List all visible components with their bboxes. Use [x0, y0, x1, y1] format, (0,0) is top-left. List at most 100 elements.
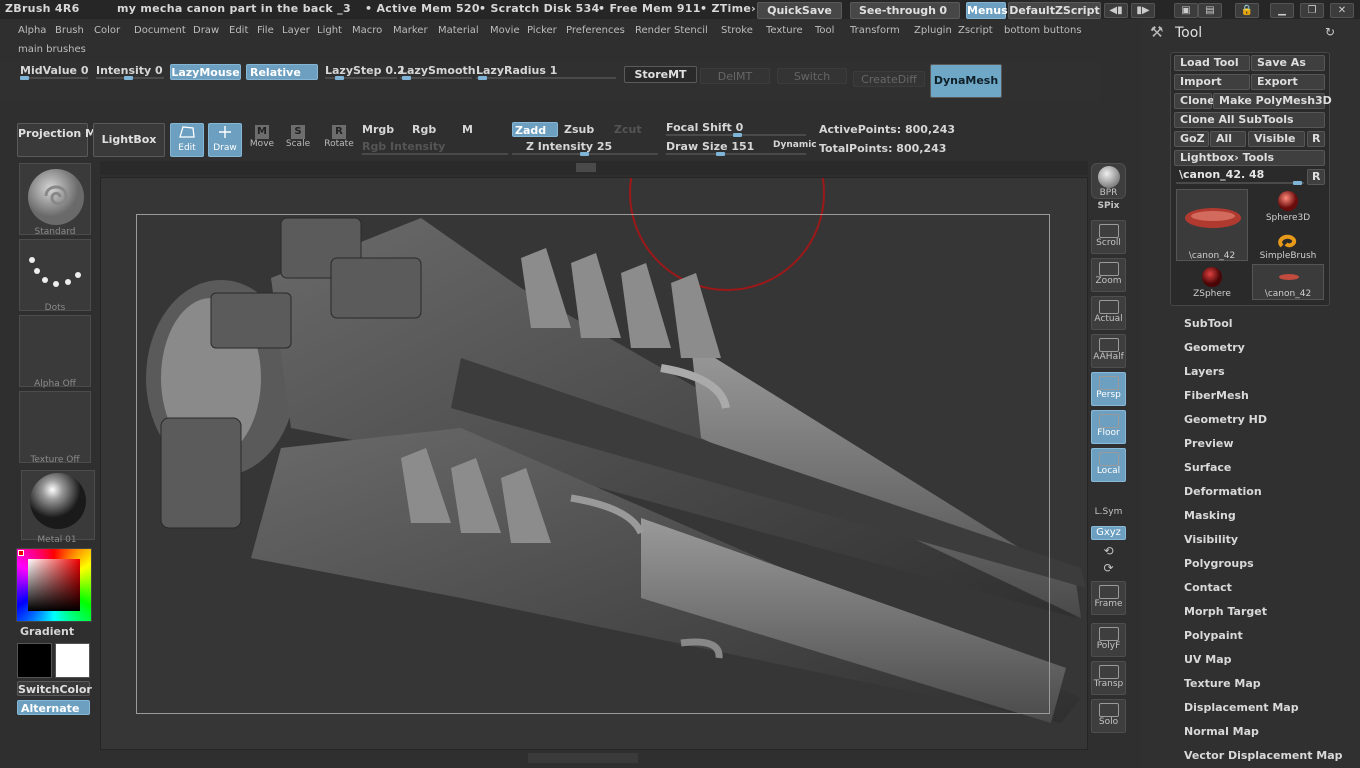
focal-shift-slider[interactable]: Focal Shift 0 — [666, 121, 743, 134]
dynamesh-button[interactable]: DynaMesh — [930, 64, 1002, 98]
tool-thumb-zsphere[interactable] — [1176, 264, 1248, 290]
subpalette-polygroups[interactable]: Polygroups — [1184, 557, 1254, 570]
subpalette-contact[interactable]: Contact — [1184, 581, 1232, 594]
aahalf-button[interactable]: AAHalf — [1091, 334, 1126, 368]
menus-button[interactable]: Menus — [966, 2, 1008, 19]
dynamic-toggle[interactable]: Dynamic — [773, 140, 817, 150]
menu-transform[interactable]: Transform — [850, 25, 900, 36]
lazymouse-toggle[interactable]: LazyMouse — [170, 64, 241, 80]
subpalette-uv-map[interactable]: UV Map — [1184, 653, 1232, 666]
lock-icon[interactable]: 🔒 — [1235, 3, 1259, 18]
subpalette-displacement-map[interactable]: Displacement Map — [1184, 701, 1299, 714]
save-as-button[interactable]: Save As — [1251, 55, 1325, 71]
export-button[interactable]: Export — [1251, 74, 1325, 90]
storemt-button[interactable]: StoreMT — [624, 66, 697, 83]
see-through-slider[interactable]: See-through 0 — [850, 2, 960, 19]
menu-texture[interactable]: Texture — [766, 25, 803, 36]
brush-thumbnail[interactable] — [19, 163, 91, 235]
menu-stencil[interactable]: Stencil — [674, 25, 708, 36]
menu-main-brushes[interactable]: main brushes — [18, 44, 86, 55]
clone-button[interactable]: Clone — [1174, 93, 1215, 109]
lazysmooth-slider[interactable]: LazySmooth — [400, 64, 476, 77]
menu-zscript[interactable]: Zscript — [958, 25, 993, 36]
projection-master-button[interactable]: Projection Master — [17, 123, 128, 157]
menu-picker[interactable]: Picker — [527, 25, 557, 36]
mrgb-button[interactable]: Mrgb — [362, 123, 394, 136]
subpalette-texture-map[interactable]: Texture Map — [1184, 677, 1261, 690]
clone-all-subtools-button[interactable]: Clone All SubTools — [1174, 112, 1325, 128]
zadd-toggle[interactable]: Zadd — [512, 122, 558, 137]
menu-edit[interactable]: Edit — [229, 25, 248, 36]
goz-visible-button[interactable]: Visible — [1248, 131, 1305, 147]
menu-render[interactable]: Render — [635, 25, 671, 36]
zcut-toggle[interactable]: Zcut — [614, 123, 642, 136]
make-polymesh-button[interactable]: Make PolyMesh3D — [1213, 93, 1332, 109]
menu-file[interactable]: File — [257, 25, 274, 36]
bpr-button[interactable]: BPR — [1091, 163, 1126, 199]
z-intensity-slider[interactable]: Z Intensity 25 — [526, 140, 612, 153]
subpalette-geometry[interactable]: Geometry — [1184, 341, 1245, 354]
alpha-thumbnail[interactable] — [19, 315, 91, 387]
lsym-button[interactable]: L.Sym — [1091, 507, 1126, 517]
rgb-intensity-slider[interactable]: Rgb Intensity — [362, 140, 445, 153]
subpalette-subtool[interactable]: SubTool — [1184, 317, 1233, 330]
menu-stroke[interactable]: Stroke — [721, 25, 753, 36]
load-tool-button[interactable]: Load Tool — [1174, 55, 1250, 71]
menu-material[interactable]: Material — [438, 25, 479, 36]
color-picker[interactable] — [16, 548, 92, 622]
quicksave-button[interactable]: QuickSave — [757, 2, 842, 19]
local-button[interactable]: Local — [1091, 448, 1126, 482]
secondary-color-swatch[interactable] — [55, 643, 90, 678]
transp-button[interactable]: Transp — [1091, 661, 1126, 695]
menu-layer[interactable]: Layer — [282, 25, 310, 36]
spix-slider[interactable]: SPix — [1091, 201, 1126, 211]
gxyz-toggle[interactable]: Gxyz — [1091, 526, 1126, 540]
draw-size-slider[interactable]: Draw Size 151 — [666, 140, 754, 153]
m-button[interactable]: M — [462, 123, 473, 136]
zsub-toggle[interactable]: Zsub — [564, 123, 594, 136]
switchcolor-button[interactable]: SwitchColor — [17, 681, 92, 696]
menu-marker[interactable]: Marker — [393, 25, 428, 36]
menu-zplugin[interactable]: Zplugin — [914, 25, 952, 36]
subpalette-masking[interactable]: Masking — [1184, 509, 1236, 522]
goz-all-button[interactable]: All — [1210, 131, 1246, 147]
scroll-left-icon[interactable]: ◀▮ — [1104, 3, 1128, 18]
subpalette-surface[interactable]: Surface — [1184, 461, 1231, 474]
tool-r-button[interactable]: R — [1307, 169, 1325, 185]
rotate-button[interactable]: R Rotate — [322, 123, 356, 157]
menu-brush[interactable]: Brush — [55, 25, 84, 36]
menu-tool[interactable]: Tool — [815, 25, 834, 36]
persp-button[interactable]: Persp — [1091, 372, 1126, 406]
subpalette-normal-map[interactable]: Normal Map — [1184, 725, 1259, 738]
goz-button[interactable]: GoZ — [1174, 131, 1209, 147]
relative-toggle[interactable]: Relative — [246, 64, 318, 80]
subpalette-visibility[interactable]: Visibility — [1184, 533, 1238, 546]
subpalette-morph-target[interactable]: Morph Target — [1184, 605, 1267, 618]
goz-r-button[interactable]: R — [1307, 131, 1325, 147]
menu-draw[interactable]: Draw — [193, 25, 219, 36]
polyf-button[interactable]: PolyF — [1091, 623, 1126, 657]
edit-button[interactable]: Edit — [170, 123, 204, 157]
actual-button[interactable]: Actual — [1091, 296, 1126, 330]
maximize-icon[interactable]: ❐ — [1300, 3, 1324, 18]
move-button[interactable]: M Move — [246, 123, 278, 157]
menu-movie[interactable]: Movie — [490, 25, 520, 36]
draw-button[interactable]: Draw — [208, 123, 242, 157]
zoom-button[interactable]: Zoom — [1091, 258, 1126, 292]
menu-light[interactable]: Light — [317, 25, 342, 36]
material-thumbnail[interactable] — [21, 470, 95, 540]
subpalette-deformation[interactable]: Deformation — [1184, 485, 1262, 498]
scale-button[interactable]: S Scale — [282, 123, 314, 157]
import-button[interactable]: Import — [1174, 74, 1250, 90]
subpalette-fibermesh[interactable]: FiberMesh — [1184, 389, 1249, 402]
tool-thumb-simplebrush[interactable] — [1252, 226, 1324, 252]
menu-alpha[interactable]: Alpha — [18, 25, 46, 36]
menu-preferences[interactable]: Preferences — [566, 25, 625, 36]
main-color-swatch[interactable] — [17, 643, 52, 678]
layout-alt-icon[interactable]: ▤ — [1198, 3, 1222, 18]
reset-icon[interactable]: ↻ — [1325, 25, 1335, 39]
rotate-axis-icon[interactable]: ⟲ — [1091, 544, 1126, 558]
floor-button[interactable]: Floor — [1091, 410, 1126, 444]
scroll-right-icon[interactable]: ▮▶ — [1131, 3, 1155, 18]
rgb-button[interactable]: Rgb — [412, 123, 436, 136]
